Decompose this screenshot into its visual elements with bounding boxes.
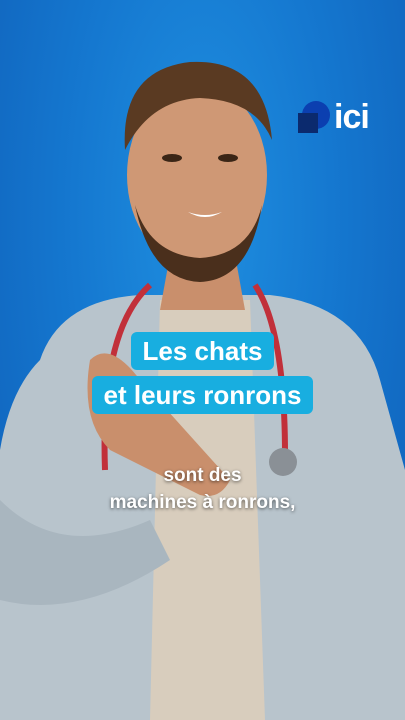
video-frame: ici Les chats et leurs ronrons sont des … bbox=[0, 0, 405, 720]
logo-mark-icon bbox=[298, 101, 330, 133]
title-caption: Les chats et leurs ronrons bbox=[0, 332, 405, 414]
subtitle-line-1: sont des bbox=[163, 465, 242, 486]
ici-logo: ici bbox=[298, 98, 370, 136]
title-line-1: Les chats bbox=[130, 332, 275, 370]
title-line-2: et leurs ronrons bbox=[91, 376, 314, 414]
logo-text: ici bbox=[334, 98, 370, 136]
subtitle-caption: sont des machines à ronrons, bbox=[0, 462, 405, 516]
subtitle-line-2: machines à ronrons, bbox=[109, 492, 296, 513]
